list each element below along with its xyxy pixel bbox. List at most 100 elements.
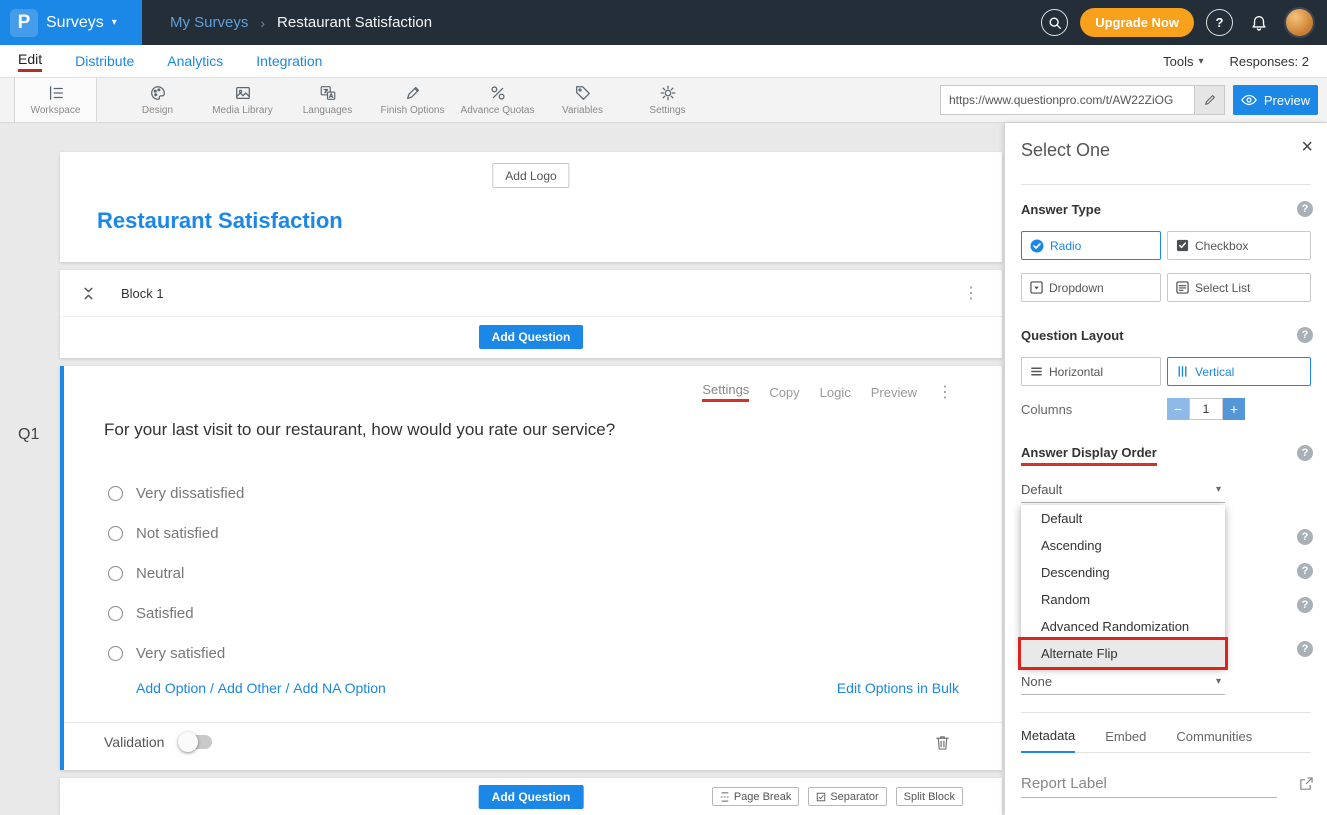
help-icon[interactable]: ?: [1297, 529, 1313, 545]
close-icon[interactable]: ×: [1301, 137, 1313, 157]
help-circle-icon[interactable]: ?: [1206, 9, 1233, 36]
question-card: Settings Copy Logic Preview ⋮ For your l…: [60, 366, 1002, 770]
radio-icon[interactable]: [108, 566, 123, 581]
toolbar-item-variables[interactable]: Variables: [540, 78, 625, 122]
add-option-link[interactable]: Add Option: [136, 680, 218, 696]
secondary-select[interactable]: None ▾: [1021, 669, 1225, 695]
question-logic-link[interactable]: Logic: [820, 385, 851, 400]
collapse-block-icon[interactable]: [82, 286, 95, 301]
answer-type-checkbox-button[interactable]: Checkbox: [1167, 231, 1311, 260]
question-more-options-icon[interactable]: ⋮: [937, 382, 954, 402]
question-settings-link[interactable]: Settings: [702, 382, 749, 402]
help-icon[interactable]: ?: [1297, 563, 1313, 579]
question-copy-link[interactable]: Copy: [769, 385, 799, 400]
question-number-label: Q1: [18, 426, 39, 444]
answer-option-row[interactable]: Satisfied: [108, 593, 244, 633]
add-na-option-link[interactable]: Add NA Option: [293, 680, 386, 696]
answer-display-order-label: Answer Display Order: [1021, 445, 1157, 466]
tab-integration[interactable]: Integration: [256, 53, 322, 69]
question-text[interactable]: For your last visit to our restaurant, h…: [104, 420, 615, 440]
delete-question-trash-icon[interactable]: [935, 734, 950, 756]
radio-icon[interactable]: [108, 486, 123, 501]
topbar-actions: Upgrade Now ?: [1041, 7, 1327, 38]
toolbar-item-advance-quotas[interactable]: Advance Quotas: [455, 78, 540, 122]
toolbar-item-languages[interactable]: Languages: [285, 78, 370, 122]
menu-item-advanced-randomization[interactable]: Advanced Randomization: [1021, 613, 1225, 640]
search-icon[interactable]: [1041, 9, 1068, 36]
answer-display-order-select[interactable]: Default ▾: [1021, 477, 1225, 503]
tab-embed[interactable]: Embed: [1105, 729, 1146, 752]
help-icon[interactable]: ?: [1297, 445, 1313, 461]
block-more-options-icon[interactable]: ⋮: [963, 283, 980, 303]
help-icon[interactable]: ?: [1297, 597, 1313, 613]
user-avatar[interactable]: [1284, 7, 1315, 38]
block-footer-bar: Add Question Page Break Separator Split …: [60, 778, 1002, 815]
responses-count[interactable]: Responses: 2: [1230, 54, 1310, 69]
answer-type-radio-button[interactable]: Radio: [1021, 231, 1161, 260]
tab-distribute[interactable]: Distribute: [75, 53, 134, 69]
menu-item-random[interactable]: Random: [1021, 586, 1225, 613]
split-block-button[interactable]: Split Block: [896, 787, 963, 806]
edit-options-in-bulk-link[interactable]: Edit Options in Bulk: [837, 680, 959, 696]
upgrade-now-button[interactable]: Upgrade Now: [1080, 8, 1194, 37]
answer-options-list: Very dissatisfied Not satisfied Neutral …: [108, 473, 244, 673]
columns-value[interactable]: 1: [1189, 398, 1223, 420]
answer-option-row[interactable]: Very satisfied: [108, 633, 244, 673]
edit-url-pencil-icon[interactable]: [1194, 86, 1224, 114]
menu-item-alternate-flip[interactable]: Alternate Flip: [1021, 640, 1225, 667]
answer-type-dropdown-button[interactable]: Dropdown: [1021, 273, 1161, 302]
breadcrumb-my-surveys[interactable]: My Surveys: [170, 14, 248, 31]
tab-metadata[interactable]: Metadata: [1021, 728, 1075, 753]
survey-url-text[interactable]: https://www.questionpro.com/t/AW22ZiOG: [941, 86, 1194, 114]
notifications-bell-icon[interactable]: [1245, 9, 1272, 36]
page-break-button[interactable]: Page Break: [712, 787, 799, 806]
radio-icon[interactable]: [108, 646, 123, 661]
finish-options-icon: [404, 84, 422, 102]
answer-type-select-list-button[interactable]: Select List: [1167, 273, 1311, 302]
survey-nav: Edit Distribute Analytics Integration To…: [0, 45, 1327, 78]
tab-edit[interactable]: Edit: [18, 51, 42, 72]
menu-item-descending[interactable]: Descending: [1021, 559, 1225, 586]
columns-increase-button[interactable]: +: [1223, 398, 1245, 420]
toolbar-item-workspace[interactable]: Workspace: [14, 78, 97, 122]
preview-button[interactable]: Preview: [1233, 85, 1318, 115]
tab-communities[interactable]: Communities: [1176, 729, 1252, 752]
separator-button[interactable]: Separator: [808, 787, 886, 806]
tools-menu[interactable]: Tools▾: [1163, 54, 1203, 69]
report-label-input[interactable]: [1021, 797, 1277, 798]
help-icon[interactable]: ?: [1297, 201, 1313, 217]
add-logo-button[interactable]: Add Logo: [492, 163, 569, 188]
answer-display-order-menu: Default Ascending Descending Random Adva…: [1021, 505, 1225, 667]
add-other-link[interactable]: Add Other: [218, 680, 294, 696]
toolbar-item-settings[interactable]: Settings: [625, 78, 710, 122]
answer-option-row[interactable]: Neutral: [108, 553, 244, 593]
toolbar-item-finish-options[interactable]: Finish Options: [370, 78, 455, 122]
add-question-button-bottom[interactable]: Add Question: [479, 785, 584, 809]
add-question-button-top[interactable]: Add Question: [479, 325, 584, 349]
external-link-icon[interactable]: [1298, 777, 1313, 797]
validation-toggle[interactable]: [180, 735, 212, 749]
toolbar-item-design[interactable]: Design: [115, 78, 200, 122]
layout-horizontal-button[interactable]: Horizontal: [1021, 357, 1161, 386]
caret-down-icon: ▾: [1198, 56, 1203, 67]
help-icon[interactable]: ?: [1297, 641, 1313, 657]
radio-icon[interactable]: [108, 606, 123, 621]
separator-icon: [816, 792, 826, 802]
toolbar-item-media-library[interactable]: Media Library: [200, 78, 285, 122]
answer-option-row[interactable]: Very dissatisfied: [108, 473, 244, 513]
layout-vertical-button[interactable]: Vertical: [1167, 357, 1311, 386]
block-title[interactable]: Block 1: [121, 286, 164, 301]
help-icon[interactable]: ?: [1297, 327, 1313, 343]
product-switcher[interactable]: P Surveys ▾: [0, 0, 142, 45]
add-option-links: Add Option Add Other Add NA Option: [136, 680, 386, 696]
question-preview-link[interactable]: Preview: [871, 385, 917, 400]
answer-option-row[interactable]: Not satisfied: [108, 513, 244, 553]
block-header: Block 1 ⋮: [60, 270, 1002, 317]
menu-item-ascending[interactable]: Ascending: [1021, 532, 1225, 559]
tab-analytics[interactable]: Analytics: [167, 53, 223, 69]
columns-decrease-button[interactable]: −: [1167, 398, 1189, 420]
menu-item-default[interactable]: Default: [1021, 505, 1225, 532]
survey-nav-tabs: Edit Distribute Analytics Integration: [18, 51, 322, 72]
radio-icon[interactable]: [108, 526, 123, 541]
survey-title[interactable]: Restaurant Satisfaction: [97, 208, 343, 234]
